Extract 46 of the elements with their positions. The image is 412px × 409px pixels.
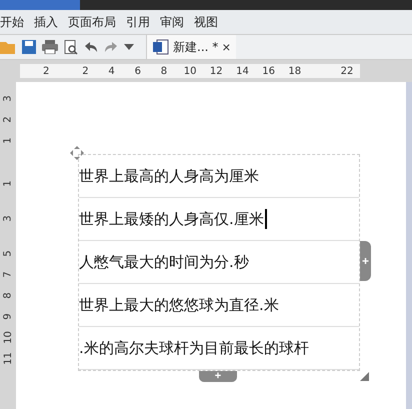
undo-icon[interactable]: [84, 41, 98, 53]
ruler-number: 8: [2, 292, 14, 299]
ruler-number: 4: [107, 66, 116, 76]
move-handle-icon[interactable]: [70, 146, 84, 160]
ruler-number: 2: [2, 116, 14, 123]
menu-tab[interactable]: 插入: [34, 14, 58, 30]
resize-handle-icon[interactable]: [360, 372, 369, 381]
ruler-number: 10: [182, 66, 198, 76]
table-cell: 世界上最矮的人身高仅.厘米: [79, 209, 267, 229]
add-column-button[interactable]: +: [360, 241, 371, 281]
save-icon[interactable]: [22, 40, 36, 54]
ruler-number: 14: [235, 66, 250, 76]
ruler-number: 16: [261, 66, 276, 76]
ruler-number: 3: [2, 215, 14, 222]
ruler-number: 22: [340, 66, 354, 76]
ruler-number: 11: [2, 352, 14, 365]
ruler-number: 3: [2, 95, 14, 102]
ruler-number: 1: [2, 137, 14, 144]
menu-tab[interactable]: 页面布局: [68, 14, 116, 30]
ruler-number: 1: [2, 180, 14, 187]
table-cell: 世界上最大的悠悠球为直径.米: [79, 296, 279, 314]
menu-tab[interactable]: 开始: [0, 14, 24, 30]
ruler-number: 2: [81, 66, 90, 76]
document-title: 新建... *: [173, 38, 218, 56]
document-tab[interactable]: 新建... * ×: [146, 35, 236, 59]
dropdown-arrow-icon[interactable]: [124, 44, 134, 50]
ruler-number: 6: [134, 66, 142, 76]
menu-tab[interactable]: 引用: [126, 14, 150, 30]
menu-tab[interactable]: 审阅: [160, 14, 184, 30]
print-icon[interactable]: [42, 40, 58, 54]
close-button[interactable]: ×: [222, 39, 230, 55]
table-cell: .米的高尔夫球杆为目前最长的球杆: [79, 338, 309, 358]
ruler-number: 7: [2, 271, 14, 278]
table-cell: 人憋气最大的时间为分.秒: [79, 252, 249, 272]
ruler-number: 8: [160, 66, 168, 76]
print-preview-icon[interactable]: [64, 40, 78, 54]
table-cell: 世界上最高的人身高为厘米: [79, 166, 259, 186]
ruler-number: 5: [2, 250, 14, 257]
ruler-number: 12: [208, 66, 224, 76]
add-row-button[interactable]: +: [199, 371, 237, 382]
ruler-number: 9: [2, 313, 14, 320]
ruler-number: 10: [2, 331, 14, 344]
ruler-number: 18: [287, 66, 302, 76]
ruler-number: 2: [42, 66, 50, 76]
menu-tab[interactable]: 视图: [194, 14, 218, 30]
document-icon: [153, 39, 169, 55]
